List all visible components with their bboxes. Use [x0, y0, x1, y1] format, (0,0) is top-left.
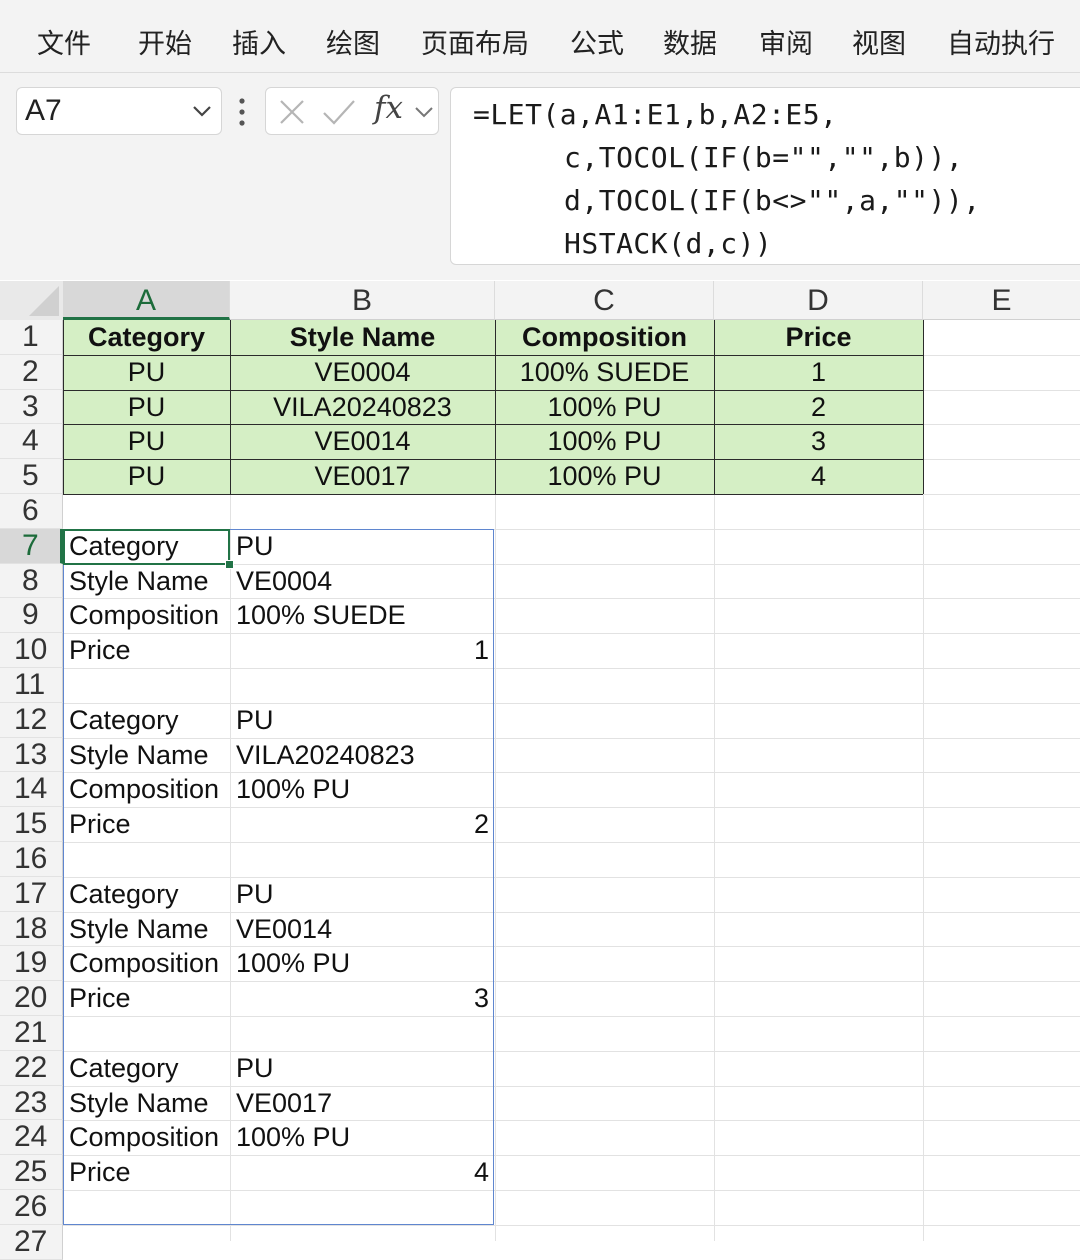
row-header-23[interactable]: 23 — [0, 1085, 63, 1121]
table-cell[interactable]: PU — [69, 355, 224, 390]
column-header-d[interactable]: D — [714, 281, 923, 320]
row-header-13[interactable]: 13 — [0, 737, 63, 773]
table-cell[interactable]: VILA20240823 — [236, 390, 489, 425]
select-all-button[interactable] — [0, 281, 63, 320]
row-header-27[interactable]: 27 — [0, 1224, 63, 1260]
chevron-down-icon[interactable] — [191, 100, 213, 122]
table-column-border — [230, 320, 231, 494]
table-outer-border — [63, 320, 64, 494]
row-header-10[interactable]: 10 — [0, 633, 63, 668]
column-header-e[interactable]: E — [923, 281, 1080, 320]
table-cell[interactable]: 3 — [720, 424, 917, 459]
formula-line[interactable]: HSTACK(d,c)) — [564, 227, 772, 260]
tab-draw[interactable]: 绘图 — [326, 22, 380, 61]
spill-range-border — [63, 529, 494, 1225]
table-cell[interactable]: PU — [69, 390, 224, 425]
row-header-17[interactable]: 17 — [0, 876, 63, 912]
row-header-20[interactable]: 20 — [0, 981, 63, 1016]
column-header-c[interactable]: C — [495, 281, 714, 320]
row-header-19[interactable]: 19 — [0, 946, 63, 982]
formula-input[interactable]: =LET(a,A1:E1,b,A2:E5, c,TOCOL(IF(b="",""… — [450, 87, 1080, 265]
tab-home[interactable]: 开始 — [138, 22, 192, 61]
column-header-a[interactable]: A — [63, 281, 230, 320]
table-column-border — [495, 320, 496, 494]
table-cell[interactable]: 100% PU — [501, 390, 708, 425]
table-cell[interactable]: 100% PU — [501, 459, 708, 494]
tab-formulas[interactable]: 公式 — [570, 22, 624, 61]
row-header-2[interactable]: 2 — [0, 354, 63, 390]
select-all-triangle — [29, 286, 59, 316]
formula-line[interactable]: d,TOCOL(IF(b<>"",a,"")), — [564, 184, 981, 217]
column-header-b[interactable]: B — [230, 281, 495, 320]
more-options-icon[interactable] — [238, 97, 246, 127]
worksheet-grid[interactable]: Category Style Name Composition Price PU VE00… — [63, 320, 1080, 1241]
table-header-cell[interactable]: Price — [720, 320, 917, 355]
tab-data[interactable]: 数据 — [663, 22, 717, 61]
row-header-21[interactable]: 21 — [0, 1016, 63, 1051]
table-cell[interactable]: VE0017 — [236, 459, 489, 494]
formula-line[interactable]: =LET(a,A1:E1,b,A2:E5, — [473, 98, 838, 131]
row-header-6[interactable]: 6 — [0, 494, 63, 529]
tab-automate[interactable]: 自动执行 — [947, 22, 1055, 61]
cancel-icon[interactable] — [278, 98, 306, 126]
formula-bar: A7 fx =LET(a,A1:E1,b,A2:E5, c,TOCOL(IF(b… — [0, 73, 1080, 280]
tab-insert[interactable]: 插入 — [232, 22, 286, 61]
table-cell[interactable]: VE0014 — [236, 424, 489, 459]
table-cell[interactable]: 1 — [720, 355, 917, 390]
table-cell[interactable]: 100% PU — [501, 424, 708, 459]
name-box-value[interactable]: A7 — [25, 94, 62, 128]
fill-handle[interactable] — [225, 560, 234, 569]
row-header-15[interactable]: 15 — [0, 807, 63, 842]
row-header-11[interactable]: 11 — [0, 668, 63, 703]
row-header-12[interactable]: 12 — [0, 702, 63, 738]
ribbon-menu: 文件 开始 插入 绘图 页面布局 公式 数据 审阅 视图 自动执行 — [0, 0, 1080, 73]
insert-function-icon[interactable]: fx — [374, 90, 403, 126]
name-box[interactable]: A7 — [16, 87, 222, 135]
row-header-1[interactable]: 1 — [0, 320, 63, 355]
table-cell[interactable]: PU — [69, 459, 224, 494]
row-header-18[interactable]: 18 — [0, 911, 63, 947]
table-header-cell[interactable]: Category — [69, 320, 224, 355]
table-header-cell[interactable]: Style Name — [236, 320, 489, 355]
row-header-24[interactable]: 24 — [0, 1120, 63, 1156]
active-cell-a7[interactable] — [63, 529, 230, 565]
row-header-4[interactable]: 4 — [0, 424, 63, 460]
row-header-25[interactable]: 25 — [0, 1155, 63, 1190]
table-cell[interactable]: VE0004 — [236, 355, 489, 390]
row-header-5[interactable]: 5 — [0, 459, 63, 494]
table-cell[interactable]: 4 — [720, 459, 917, 494]
table-cell[interactable]: PU — [69, 424, 224, 459]
table-column-border — [714, 320, 715, 494]
row-header-8[interactable]: 8 — [0, 563, 63, 599]
table-header-cell[interactable]: Composition — [501, 320, 708, 355]
row-header-16[interactable]: 16 — [0, 842, 63, 877]
row-header-22[interactable]: 22 — [0, 1050, 63, 1086]
row-header-14[interactable]: 14 — [0, 772, 63, 808]
table-cell[interactable]: 2 — [720, 390, 917, 425]
table-outer-border — [923, 320, 924, 494]
tab-page-layout[interactable]: 页面布局 — [421, 22, 529, 61]
row-header-3[interactable]: 3 — [0, 389, 63, 425]
tab-file[interactable]: 文件 — [37, 22, 91, 61]
chevron-down-icon[interactable] — [414, 102, 434, 122]
row-header-9[interactable]: 9 — [0, 598, 63, 634]
formula-controls: fx — [265, 87, 439, 135]
row-header-26[interactable]: 26 — [0, 1190, 63, 1225]
table-cell[interactable]: 100% SUEDE — [501, 355, 708, 390]
row-header-7[interactable]: 7 — [0, 528, 63, 564]
formula-line[interactable]: c,TOCOL(IF(b="","",b)), — [564, 141, 963, 174]
tab-review[interactable]: 审阅 — [759, 22, 813, 61]
tab-view[interactable]: 视图 — [852, 22, 906, 61]
enter-check-icon[interactable] — [322, 98, 356, 126]
